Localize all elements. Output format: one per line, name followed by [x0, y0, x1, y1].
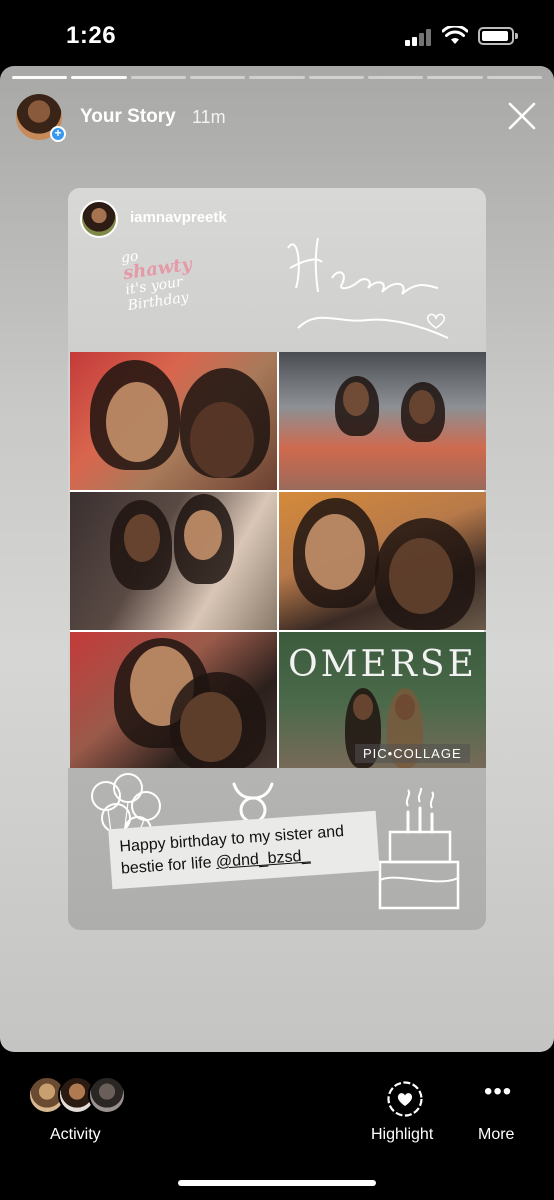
progress-segment [189, 76, 246, 79]
post-header-area: iamnavpreetk go shawty it's your Birthda… [68, 188, 486, 352]
activity-button[interactable]: Activity [50, 1126, 101, 1144]
happy-birthday-script [287, 237, 449, 339]
collage-photo [279, 352, 486, 490]
progress-segment [486, 76, 542, 79]
birthday-sticker: go shawty it's your Birthday [120, 238, 218, 314]
add-story-icon[interactable]: + [50, 126, 66, 142]
post-author-avatar[interactable] [80, 200, 118, 238]
collage-photo [70, 492, 277, 630]
highlight-button[interactable]: Highlight [371, 1126, 433, 1144]
home-indicator[interactable] [178, 1180, 376, 1186]
progress-segment [71, 76, 127, 79]
photo-sign-text: OMERSE [288, 644, 477, 685]
collage-photo: OMERSE PIC•COLLAGE [279, 632, 486, 772]
clock: 1:26 [66, 22, 117, 49]
progress-segment [12, 76, 68, 79]
viewers-avatars[interactable] [28, 1076, 138, 1116]
battery-icon [478, 27, 518, 45]
photo-collage: OMERSE PIC•COLLAGE [70, 352, 486, 772]
post-caption-area: Happy birthday to my sister and bestie f… [68, 768, 486, 930]
progress-segment [130, 76, 186, 79]
progress-segment [249, 76, 305, 79]
more-button[interactable]: More [478, 1126, 514, 1144]
post-username[interactable]: iamnavpreetk [130, 209, 227, 226]
story-progress-bar [12, 76, 542, 79]
story-timestamp: 11m [192, 107, 226, 127]
viewer-avatar [88, 1076, 126, 1114]
story-viewer[interactable]: + Your Story 11m iamnavpreetk go shawty … [0, 66, 554, 1052]
story-bottom-bar: Activity Highlight ••• More [0, 1052, 554, 1200]
shared-post[interactable]: iamnavpreetk go shawty it's your Birthda… [68, 188, 486, 930]
collage-photo [70, 352, 277, 490]
highlight-heart-icon[interactable] [386, 1080, 424, 1118]
more-icon[interactable]: ••• [484, 1080, 511, 1110]
progress-segment [427, 76, 483, 79]
cellular-signal-icon [405, 28, 433, 46]
wifi-icon [442, 26, 468, 44]
close-icon[interactable] [506, 100, 538, 132]
mention-link[interactable]: @dnd_bzsd_ [215, 847, 310, 871]
story-owner-name[interactable]: Your Story [80, 106, 176, 128]
watermark: PIC•COLLAGE [355, 744, 470, 763]
progress-segment [367, 76, 424, 79]
collage-photo [70, 632, 277, 772]
profile-avatar[interactable]: + [16, 94, 66, 142]
status-bar: 1:26 [0, 0, 554, 66]
story-header: + Your Story 11m [16, 94, 538, 142]
progress-segment [308, 76, 364, 79]
collage-photo [279, 492, 486, 630]
